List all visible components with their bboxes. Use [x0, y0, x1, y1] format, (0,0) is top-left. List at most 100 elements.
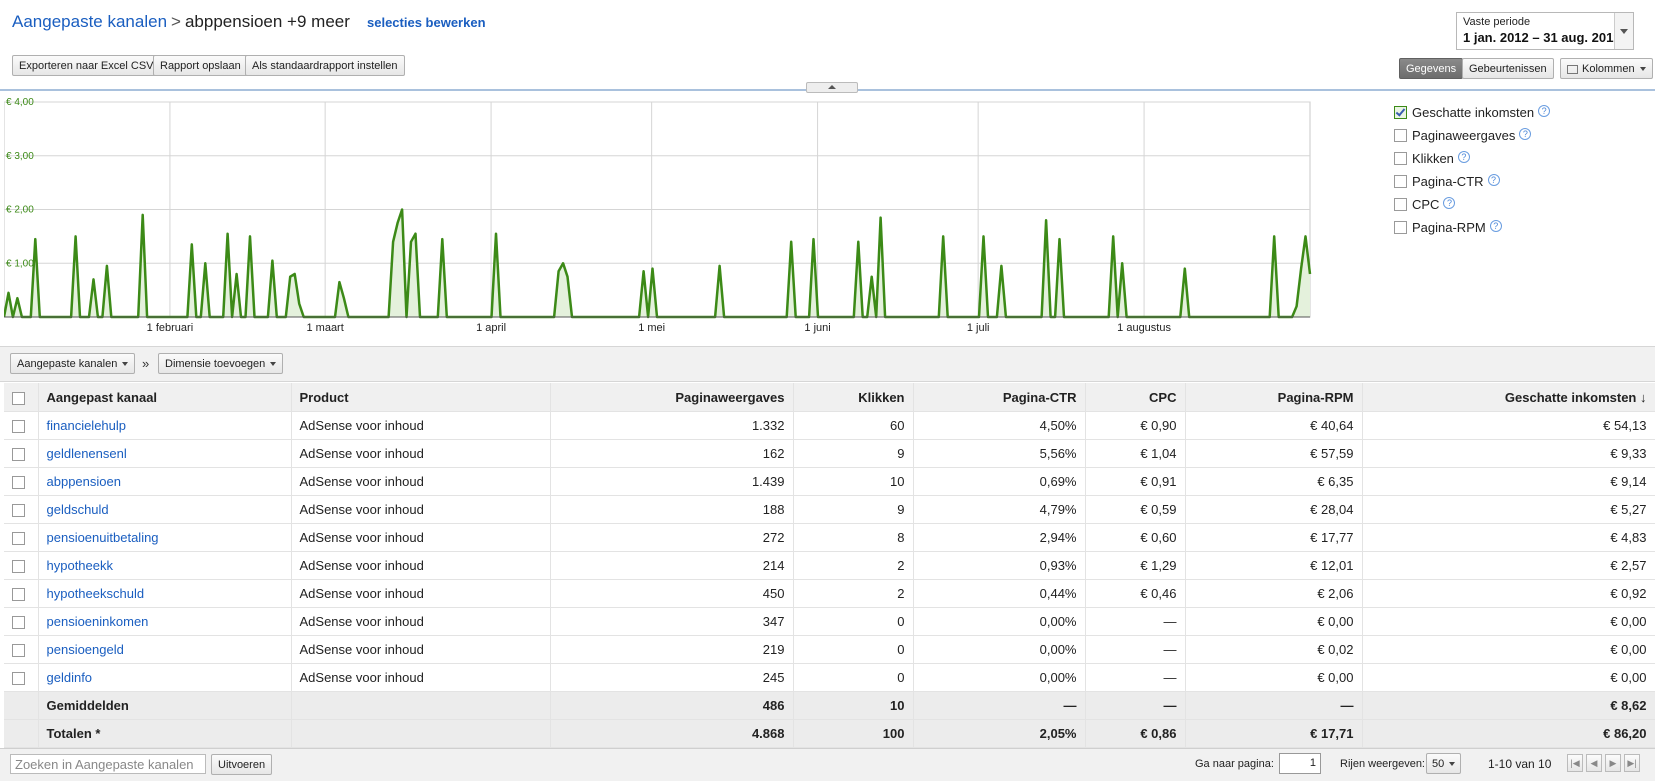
channel-link[interactable]: hypotheekschuld — [47, 586, 145, 601]
legend-checkbox[interactable] — [1394, 152, 1407, 165]
col-clicks-cell: 9 — [793, 439, 914, 468]
col-channel-cell: pensioenuitbetaling — [38, 523, 292, 552]
col-cpc-cell: — — [1085, 663, 1186, 692]
legend-item-1[interactable]: Geschatte inkomsten? — [1390, 102, 1640, 125]
channel-link[interactable]: pensioengeld — [47, 642, 124, 657]
col-earnings-header[interactable]: Geschatte inkomsten ↓ — [1362, 383, 1655, 412]
col-page-ctr-cell: 0,69% — [913, 467, 1086, 496]
view-events-button[interactable]: Gebeurtenissen — [1462, 58, 1554, 79]
add-dimension-dropdown[interactable]: Dimensie toevoegen — [158, 353, 284, 374]
row-checkbox[interactable] — [12, 504, 25, 518]
table-row: pensioeninkomen AdSense voor inhoud 347 0 0,… — [4, 607, 1655, 636]
date-range-value: 1 jan. 2012 – 31 aug. 2012 — [1463, 30, 1621, 45]
channel-link[interactable]: geldinfo — [47, 670, 93, 685]
first-page-icon[interactable]: |◀ — [1567, 754, 1583, 772]
help-icon[interactable]: ? — [1443, 197, 1456, 209]
help-icon[interactable]: ? — [1487, 174, 1500, 186]
col-clicks-cell: 0 — [793, 607, 914, 636]
col-channel-header[interactable]: Aangepast kanaal — [38, 383, 292, 412]
col-pageviews-header[interactable]: Paginaweergaves — [550, 383, 794, 412]
col-pageviews-cell: 1.332 — [550, 411, 794, 440]
col-earnings-cell: € 5,27 — [1362, 495, 1655, 524]
legend-label: Paginaweergaves? — [1412, 128, 1532, 143]
channel-link[interactable]: pensioeninkomen — [47, 614, 149, 629]
earnings-chart-svg: € 1,00 € 2,00 € 3,00 € 4,00 1 februari 1 maar… — [2, 97, 1312, 334]
legend-checkbox[interactable] — [1394, 198, 1407, 211]
legend-checkbox[interactable] — [1394, 129, 1407, 142]
legend-item-2[interactable]: Paginaweergaves? — [1390, 125, 1640, 148]
date-range-dropdown-icon[interactable] — [1614, 13, 1633, 49]
collapse-chart-handle[interactable] — [806, 82, 858, 93]
col-page-ctr-totals-cell: 2,05% — [913, 719, 1086, 748]
next-page-icon[interactable]: ▶ — [1605, 754, 1621, 772]
col-product-cell: AdSense voor inhoud — [291, 523, 551, 552]
run-search-button[interactable]: Uitvoeren — [211, 754, 273, 775]
legend-label-text: Paginaweergaves — [1412, 128, 1516, 143]
help-icon[interactable]: ? — [1489, 220, 1502, 232]
row-select-cell — [4, 635, 39, 664]
save-report-button[interactable]: Rapport opslaan — [153, 55, 248, 76]
legend-item-4[interactable]: Pagina-CTR? — [1390, 171, 1640, 194]
col-earnings-cell: € 9,14 — [1362, 467, 1655, 496]
edit-selection-link[interactable]: selecties bewerken — [367, 15, 486, 30]
help-icon[interactable]: ? — [1519, 128, 1532, 140]
x-tick-label: 1 juni — [804, 322, 830, 334]
legend-item-6[interactable]: Pagina-RPM? — [1390, 217, 1640, 240]
report-table: Aangepast kanaal Product Paginaweergaves Kl… — [4, 383, 1655, 748]
row-checkbox[interactable] — [12, 644, 25, 658]
col-pageviews-cell: 272 — [550, 523, 794, 552]
primary-dimension-dropdown[interactable]: Aangepaste kanalen — [10, 353, 136, 374]
previous-page-icon[interactable]: ◀ — [1586, 754, 1602, 772]
row-checkbox[interactable] — [12, 532, 25, 546]
channel-link[interactable]: geldlenensenl — [47, 446, 127, 461]
breadcrumb-root-link[interactable]: Aangepaste kanalen — [12, 12, 167, 31]
legend-item-3[interactable]: Klikken? — [1390, 148, 1640, 171]
report-header: Aangepaste kanalen > abppensioen +9 meer s… — [0, 0, 1655, 90]
columns-button[interactable]: Kolommen — [1560, 58, 1653, 79]
select-all-checkbox[interactable] — [12, 391, 25, 405]
col-pageviews-cell: 245 — [550, 663, 794, 692]
date-range-picker[interactable]: Vaste periode 1 jan. 2012 – 31 aug. 2012 — [1456, 12, 1634, 50]
legend-checkbox[interactable] — [1394, 175, 1407, 188]
col-page-ctr-cell: 0,44% — [913, 579, 1086, 608]
view-data-button[interactable]: Gegevens — [1399, 58, 1464, 79]
col-cpc-header[interactable]: CPC — [1085, 383, 1186, 412]
search-input[interactable] — [10, 754, 206, 774]
col-cpc-totals-cell: € 0,86 — [1085, 719, 1186, 748]
set-default-report-button[interactable]: Als standaardrapport instellen — [245, 55, 405, 76]
col-clicks-header[interactable]: Klikken — [793, 383, 914, 412]
row-checkbox[interactable] — [12, 448, 25, 462]
row-checkbox[interactable] — [12, 420, 25, 434]
y-tick-label: € 2,00 — [6, 205, 34, 216]
row-checkbox[interactable] — [12, 672, 25, 686]
col-page-rpm-cell: € 17,77 — [1185, 523, 1363, 552]
col-product-header[interactable]: Product — [291, 383, 551, 412]
col-clicks-cell: 0 — [793, 635, 914, 664]
page-number-input[interactable]: 1 — [1279, 753, 1321, 774]
channel-link[interactable]: hypotheekk — [47, 558, 114, 573]
help-icon[interactable]: ? — [1457, 151, 1470, 163]
col-page-ctr-header[interactable]: Pagina-CTR — [913, 383, 1086, 412]
legend-item-5[interactable]: CPC? — [1390, 194, 1640, 217]
col-channel-cell: geldinfo — [38, 663, 292, 692]
channel-link[interactable]: financielehulp — [47, 418, 127, 433]
channel-link[interactable]: abppensioen — [47, 474, 121, 489]
y-tick-label: € 3,00 — [6, 151, 34, 162]
date-range-label: Vaste periode — [1463, 16, 1531, 28]
col-page-rpm-header[interactable]: Pagina-RPM — [1185, 383, 1363, 412]
row-checkbox[interactable] — [12, 560, 25, 574]
channel-link[interactable]: geldschuld — [47, 502, 109, 517]
col-earnings-cell: € 9,33 — [1362, 439, 1655, 468]
export-csv-button[interactable]: Exporteren naar Excel CSV — [12, 55, 161, 76]
row-checkbox[interactable] — [12, 588, 25, 602]
row-checkbox[interactable] — [12, 476, 25, 490]
row-checkbox[interactable] — [12, 616, 25, 630]
channel-link[interactable]: pensioenuitbetaling — [47, 530, 159, 545]
last-page-icon[interactable]: ▶| — [1624, 754, 1640, 772]
col-cpc-cell: € 0,60 — [1085, 523, 1186, 552]
rows-per-page-value: 50 — [1432, 758, 1445, 770]
legend-checkbox[interactable] — [1394, 221, 1407, 234]
legend-checkbox[interactable] — [1394, 106, 1407, 119]
help-icon[interactable]: ? — [1538, 105, 1551, 117]
rows-per-page-select[interactable]: 50 — [1426, 753, 1462, 774]
